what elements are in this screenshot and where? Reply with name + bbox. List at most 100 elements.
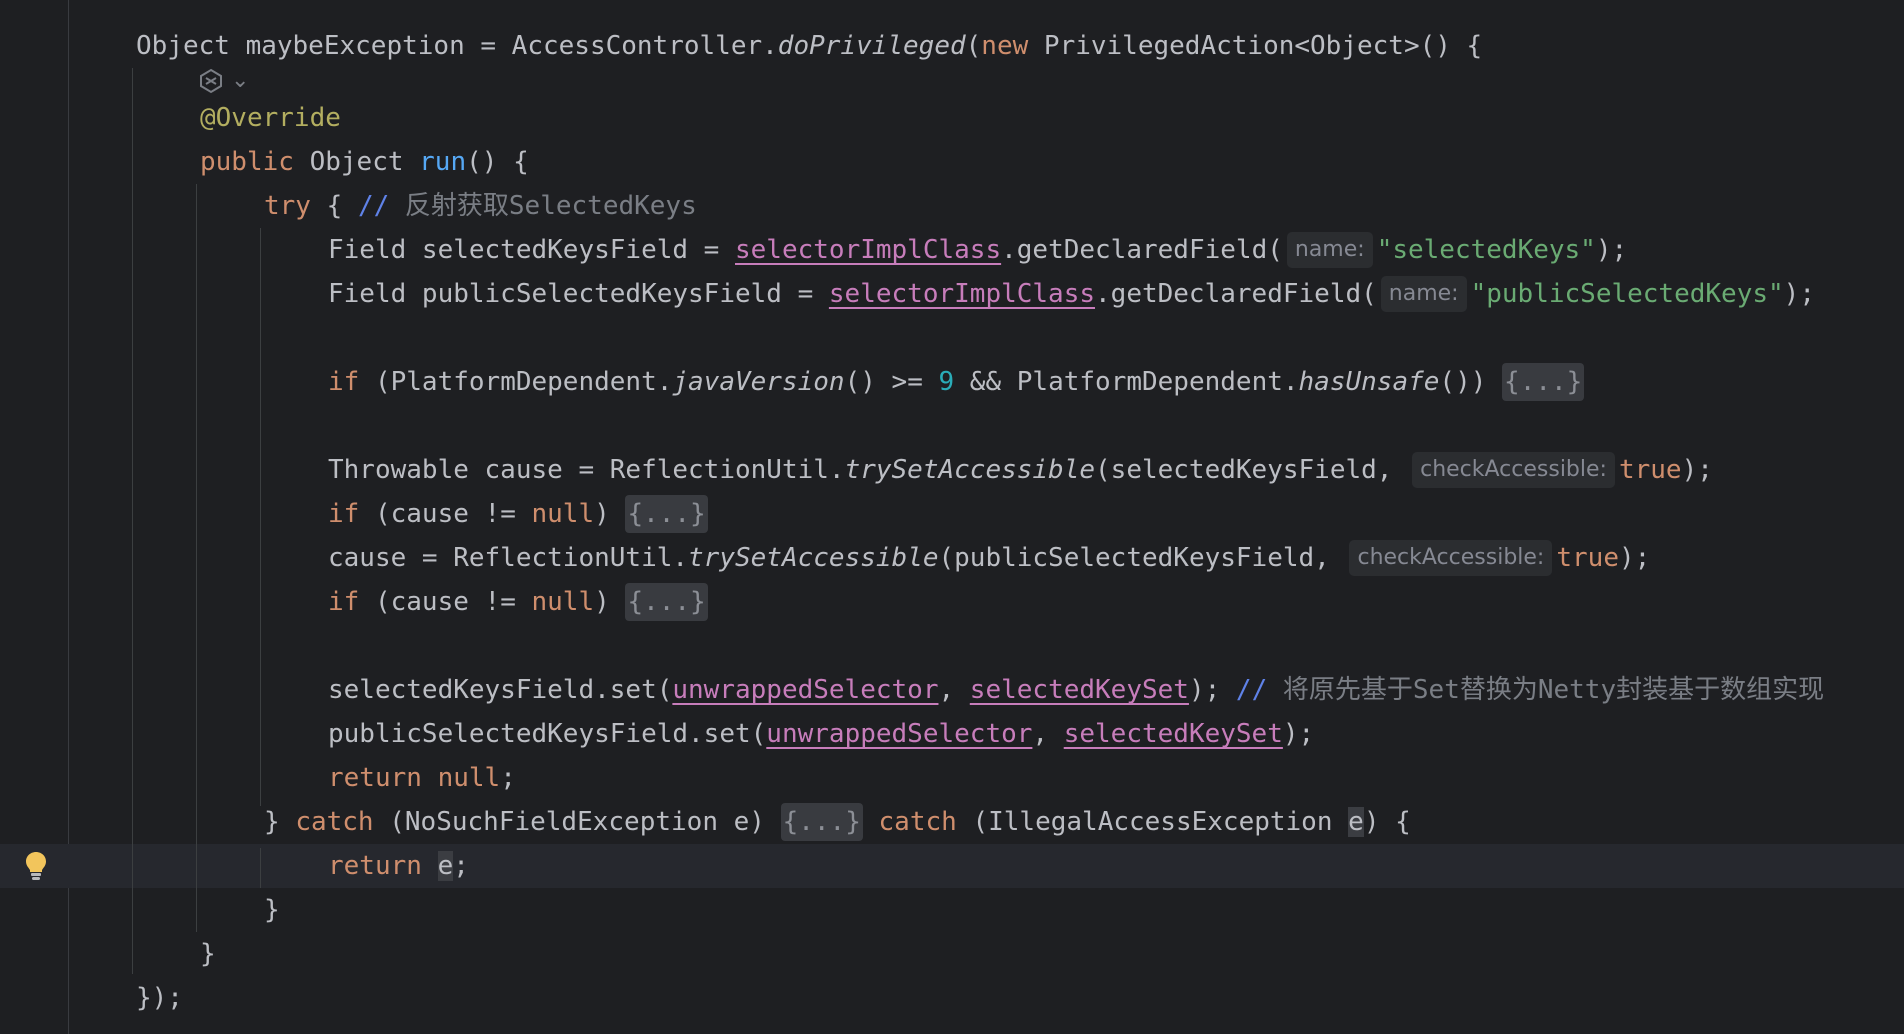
code-token: e (1348, 807, 1364, 837)
code-line[interactable]: Object maybeException = AccessController… (136, 24, 1482, 68)
code-token: publicSelectedKeysField.set( (328, 719, 767, 749)
indent-guide (196, 184, 197, 932)
code-line[interactable]: }); (136, 976, 183, 1020)
code-token: Field publicSelectedKeysField = (328, 279, 829, 309)
code-line[interactable]: } (200, 932, 216, 976)
code-editor[interactable]: ⌄ Object maybeException = AccessControll… (0, 0, 1904, 1034)
indent-guide (260, 848, 261, 888)
field-token[interactable]: unwrappedSelector (766, 719, 1032, 749)
code-token: { (310, 191, 358, 221)
code-token: Field selectedKeysField = (328, 235, 735, 265)
folded-block[interactable]: {...} (625, 583, 708, 621)
code-token: } (264, 807, 296, 837)
code-line[interactable]: Field publicSelectedKeysField = selector… (328, 272, 1815, 316)
code-token: trySetAccessible (844, 455, 1096, 485)
code-line[interactable]: try { // 反射获取SelectedKeys (264, 184, 697, 228)
code-token: ); (1681, 455, 1713, 485)
folded-block[interactable]: {...} (780, 803, 863, 841)
number-token: 9 (938, 367, 955, 397)
code-token: (NoSuchFieldException e) (373, 807, 781, 837)
code-token: cause = ReflectionUtil. (328, 543, 689, 573)
field-token[interactable]: selectorImplClass (735, 235, 1001, 265)
code-token: trySetAccessible (688, 543, 939, 573)
code-token: (publicSelectedKeysField, (938, 543, 1346, 573)
field-token[interactable]: selectedKeySet (970, 675, 1189, 705)
comment-token: 将原先基于Set替换为Netty封装基于数组实现 (1267, 675, 1825, 705)
folded-block[interactable]: {...} (1502, 363, 1585, 401)
string-token: "selectedKeys" (1376, 235, 1596, 265)
code-line[interactable]: Field selectedKeysField = selectorImplCl… (328, 228, 1627, 272)
code-line[interactable]: if (PlatformDependent.javaVersion() >= 9… (328, 360, 1585, 404)
keyword-token: null (531, 587, 595, 617)
keyword-token: new (981, 31, 1029, 61)
string-token: "publicSelectedKeys" (1470, 279, 1784, 309)
ai-assistant-icon[interactable]: ⌄ (198, 68, 249, 94)
code-line[interactable]: selectedKeysField.set(unwrappedSelector,… (328, 668, 1824, 712)
indent-guide (132, 68, 133, 974)
code-token: ( (965, 31, 982, 61)
keyword-token: if (328, 587, 360, 617)
code-token: ); (1783, 279, 1815, 309)
code-line[interactable]: @Override (200, 96, 341, 140)
code-line[interactable]: publicSelectedKeysField.set(unwrappedSel… (328, 712, 1314, 756)
code-token: ) (594, 587, 626, 617)
folded-block[interactable]: {...} (625, 495, 708, 533)
code-token: , (1032, 719, 1064, 749)
code-line[interactable]: return e; (328, 844, 469, 888)
code-line[interactable]: Throwable cause = ReflectionUtil.trySetA… (328, 448, 1713, 492)
code-token: selectedKeysField.set( (328, 675, 673, 705)
code-token: e (437, 851, 454, 881)
code-token: hasUnsafe (1298, 367, 1440, 397)
code-token: doPrivileged (777, 31, 966, 61)
code-token: Throwable cause = ReflectionUtil. (328, 455, 845, 485)
method-name: run (419, 147, 467, 177)
chevron-down-icon[interactable]: ⌄ (231, 68, 249, 93)
keyword-token: return (328, 851, 422, 881)
keyword-token: if (328, 499, 360, 529)
code-line[interactable]: return null; (328, 756, 516, 800)
code-token: Object maybeException = AccessController… (136, 31, 778, 61)
code-token: () { (466, 147, 529, 177)
code-token: PrivilegedAction<Object>() { (1028, 31, 1483, 61)
code-line[interactable]: if (cause != null) {...} (328, 492, 708, 536)
code-token: javaVersion (672, 367, 845, 397)
code-token: ); (1618, 543, 1651, 573)
code-token: ); (1595, 235, 1628, 265)
keyword-token: null (531, 499, 595, 529)
code-token: , (938, 675, 970, 705)
code-token: .getDeclaredField( (1001, 235, 1283, 265)
code-line[interactable]: if (cause != null) {...} (328, 580, 708, 624)
code-token: (selectedKeysField, (1095, 455, 1409, 485)
keyword-token: if (328, 367, 360, 397)
code-token: Object (293, 147, 420, 177)
code-token: ) (594, 499, 626, 529)
keyword-token: true (1618, 455, 1682, 485)
code-token: ; (500, 763, 516, 793)
parameter-hint: name: (1380, 276, 1467, 312)
lightbulb-icon[interactable] (24, 850, 48, 882)
code-line[interactable]: } (264, 888, 280, 932)
comment-token: 反射获取SelectedKeys (389, 191, 697, 221)
code-line[interactable]: cause = ReflectionUtil.trySetAccessible(… (328, 536, 1650, 580)
code-token: () >= (844, 367, 939, 397)
code-line[interactable]: public Object run() { (200, 140, 529, 184)
keyword-token: true (1556, 543, 1619, 573)
keyword-token: public (200, 147, 294, 177)
code-token: (PlatformDependent. (359, 367, 673, 397)
field-token[interactable]: selectorImplClass (829, 279, 1095, 309)
keyword-token: catch (295, 807, 374, 837)
field-token[interactable]: unwrappedSelector (672, 675, 938, 705)
code-token: (IllegalAccessException (956, 807, 1349, 837)
current-line-highlight (0, 844, 1904, 888)
field-token[interactable]: selectedKeySet (1064, 719, 1283, 749)
parameter-hint: checkAccessible: (1349, 540, 1553, 576)
keyword-token: catch (878, 807, 957, 837)
code-token: .getDeclaredField( (1095, 279, 1377, 309)
parameter-hint: checkAccessible: (1412, 452, 1615, 488)
comment-token: // (357, 191, 390, 221)
code-token: ); (1188, 675, 1236, 705)
code-token: ()) (1439, 367, 1503, 397)
code-line[interactable]: } catch (NoSuchFieldException e) {...} c… (264, 800, 1411, 844)
